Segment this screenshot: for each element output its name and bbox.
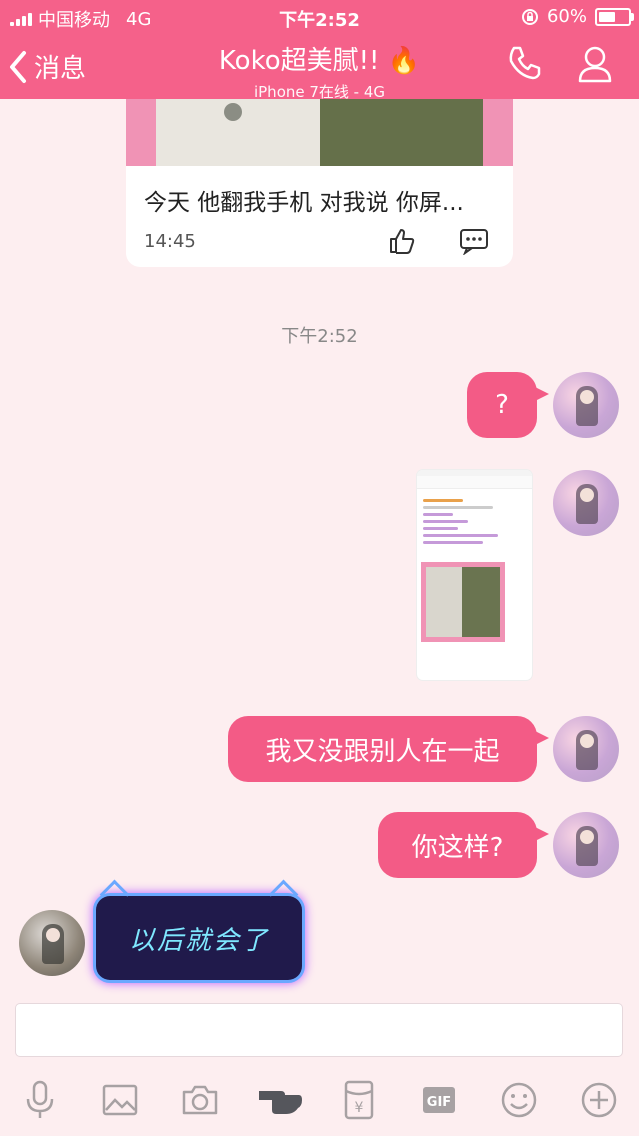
gif-button[interactable]: GIF [415,1076,463,1124]
rotation-lock-icon [521,8,538,25]
my-avatar[interactable] [553,470,619,536]
top-bar: 中国移动 4G 下午2:52 60% 消息 Koko超美腻!! 🔥 iPhone… [0,0,639,101]
plus-button[interactable] [575,1076,623,1124]
message-text: 我又没跟别人在一起 [265,736,500,767]
message-input[interactable] [16,1004,622,1056]
plus-icon [581,1082,617,1118]
thumbs-up-icon[interactable] [388,227,416,255]
chevron-left-icon [10,50,26,83]
sticker-text: 以后就会了 [128,925,269,956]
message-bubble[interactable]: 你这样? [378,812,549,878]
camera-icon [182,1085,217,1115]
svg-text:GIF: GIF [427,1095,451,1110]
message-text: 你这样? [411,832,504,863]
my-avatar[interactable] [553,372,619,438]
post-time: 14:45 [144,231,196,252]
message-bubble[interactable]: ? [467,372,549,438]
phone-icon[interactable] [505,44,543,82]
chat-toolbar: ¥ GIF [0,1072,639,1128]
status-bar: 中国移动 4G 下午2:52 60% [0,0,639,34]
mic-icon [26,1080,54,1118]
red-packet-button[interactable]: ¥ [335,1076,383,1124]
my-avatar[interactable] [553,716,619,782]
back-label: 消息 [34,54,87,84]
back-button[interactable]: 消息 [8,48,86,85]
sticker-message[interactable]: 以后就会了 [96,879,302,980]
shared-post-card[interactable]: 今天 他翻我手机 对我说 你屏... 14:45 [126,99,513,267]
contact-avatar[interactable] [19,910,85,976]
camera-button[interactable] [176,1076,224,1124]
red-packet-icon: ¥ [345,1080,374,1120]
comment-icon[interactable] [459,227,489,255]
poke-icon [258,1091,302,1114]
screenshot-message[interactable] [417,470,532,680]
profile-icon[interactable] [577,44,613,84]
battery-icon [595,7,634,26]
image-button[interactable] [96,1076,144,1124]
emoji-button[interactable] [495,1076,543,1124]
gif-icon: GIF [423,1087,456,1113]
post-text: 今天 他翻我手机 对我说 你屏... [144,190,464,216]
emoji-icon [501,1082,537,1118]
my-avatar[interactable] [553,812,619,878]
image-icon [102,1084,138,1116]
poke-button[interactable] [256,1076,304,1124]
message-bubble[interactable]: 我又没跟别人在一起 [228,716,549,782]
message-text: ? [495,390,509,420]
post-image [126,99,513,166]
mic-button[interactable] [16,1076,64,1124]
battery-percent: 60% [546,6,587,27]
svg-text:¥: ¥ [355,1100,364,1116]
chat-timestamp: 下午2:52 [281,326,358,347]
